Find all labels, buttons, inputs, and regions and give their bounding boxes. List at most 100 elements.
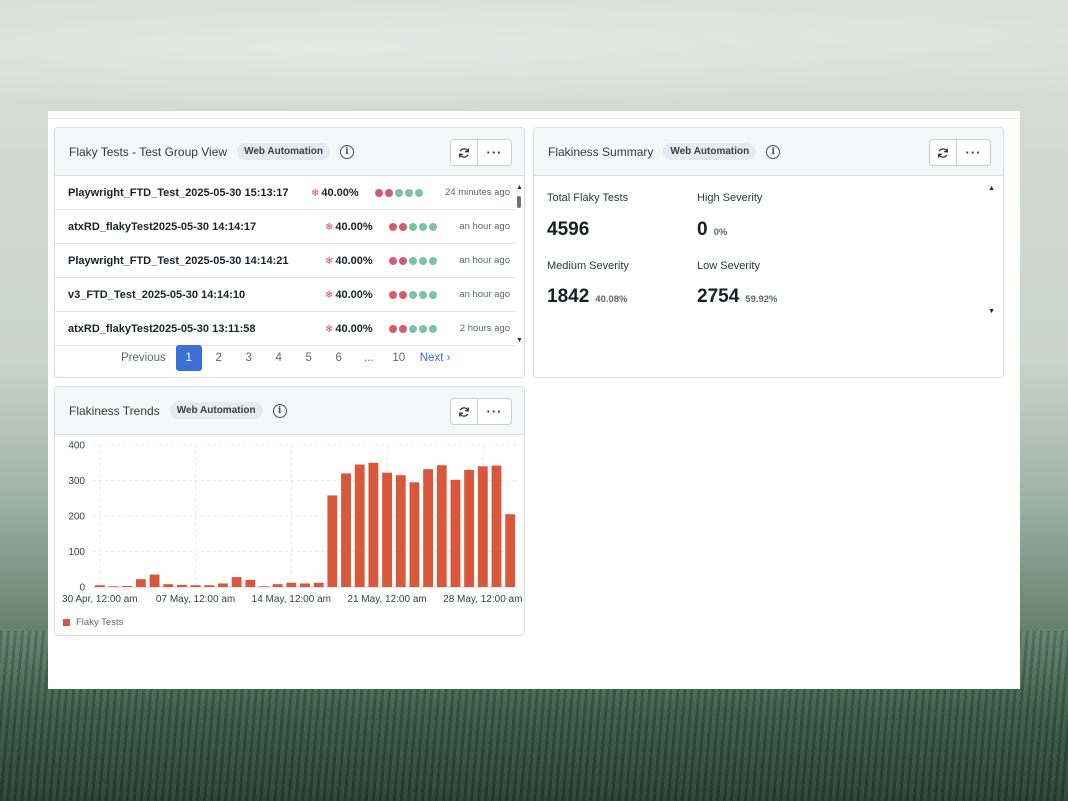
test-group-name[interactable]: Playwright_FTD_Test_2025-05-30 15:13:17	[68, 187, 289, 199]
flaky-tests-bar[interactable]	[477, 466, 488, 587]
flaky-tests-bar[interactable]	[122, 585, 133, 587]
flaky-tests-bar[interactable]	[163, 584, 174, 587]
flaky-tests-bar[interactable]	[368, 462, 379, 587]
flaky-tests-bar[interactable]	[300, 583, 310, 587]
legend-swatch	[63, 619, 70, 626]
low-severity-stat: 2754 59.92%	[697, 286, 778, 308]
scroll-up-icon[interactable]: ▲	[516, 184, 523, 191]
page-button-3[interactable]: 3	[234, 352, 264, 364]
high-severity-pct: 0%	[713, 227, 728, 238]
flaky-tests-bar[interactable]	[245, 579, 256, 587]
flaky-tests-bar[interactable]	[286, 582, 297, 587]
refresh-icon[interactable]	[930, 140, 956, 165]
test-group-name[interactable]: v3_FTD_Test_2025-05-30 14:14:10	[68, 289, 245, 301]
flaky-test-row[interactable]: atxRD_flakyTest2025-05-30 14:14:17 ❄ 40.00…	[55, 210, 516, 244]
refresh-icon[interactable]	[451, 399, 477, 424]
flaky-tests-bar[interactable]	[190, 585, 201, 587]
flaky-tests-bar[interactable]	[464, 469, 475, 587]
high-severity-stat: 0 0%	[697, 219, 727, 241]
page-button-4[interactable]: 4	[264, 352, 294, 364]
card-title: Flakiness Summary	[548, 144, 654, 159]
info-icon[interactable]: i	[766, 144, 781, 159]
last-run-time: an hour ago	[459, 221, 510, 232]
info-icon[interactable]: i	[339, 144, 354, 159]
passed-run-dot	[429, 290, 437, 299]
page-button-1[interactable]: 1	[175, 345, 202, 371]
passed-run-dot	[409, 256, 417, 265]
flaky-tests-bar[interactable]	[313, 582, 324, 587]
refresh-icon[interactable]	[451, 140, 477, 165]
project-badge: Web Automation	[237, 143, 330, 160]
scroll-up-icon[interactable]: ▲	[988, 185, 995, 192]
medium-severity-label: Medium Severity	[547, 260, 629, 272]
flaky-tests-bar[interactable]	[341, 473, 351, 587]
flaky-tests-bar[interactable]	[327, 495, 338, 587]
background-mist	[0, 0, 1068, 120]
high-severity-label: High Severity	[697, 192, 763, 204]
low-severity-value: 2754	[697, 286, 740, 307]
low-severity-label: Low Severity	[697, 260, 760, 272]
flakiness-rate: ❄ 40.00%	[325, 323, 373, 335]
page-button-2[interactable]: 2	[204, 352, 234, 364]
passed-run-dot	[429, 256, 437, 265]
total-flaky-value: 4596	[547, 219, 590, 240]
total-flaky-label: Total Flaky Tests	[547, 192, 629, 204]
flaky-tests-bar[interactable]	[382, 472, 392, 587]
flaky-tests-bar[interactable]	[94, 585, 105, 587]
y-tick-label: 400	[68, 441, 85, 452]
more-icon[interactable]: ···	[477, 399, 511, 424]
scroll-down-icon[interactable]: ▼	[516, 337, 523, 344]
flaky-tests-bar[interactable]	[505, 514, 516, 587]
flaky-tests-bar[interactable]	[491, 465, 502, 587]
flaky-tests-bar[interactable]	[409, 482, 420, 587]
flaky-test-row[interactable]: Playwright_FTD_Test_2025-05-30 15:13:17 ❄…	[55, 176, 516, 210]
flaky-tests-bar[interactable]	[259, 586, 269, 587]
flaky-tests-bar[interactable]	[135, 579, 146, 587]
flaky-tests-bar[interactable]	[272, 584, 283, 587]
info-icon[interactable]: i	[272, 403, 287, 418]
flaky-tests-bar[interactable]	[149, 574, 160, 587]
dashboard-canvas: Flaky Tests - Test Group View Web Automa…	[48, 111, 1020, 689]
flaky-tests-bar[interactable]	[354, 464, 365, 587]
scroll-down-icon[interactable]: ▼	[988, 308, 995, 315]
previous-page-button[interactable]: Previous	[121, 352, 166, 364]
flaky-tests-bar[interactable]	[204, 585, 215, 587]
flaky-tests-bar[interactable]	[436, 465, 447, 587]
run-history	[389, 222, 437, 231]
more-icon[interactable]: ···	[477, 140, 511, 165]
failed-run-dot	[389, 222, 397, 231]
passed-run-dot	[429, 324, 437, 333]
passed-run-dot	[419, 222, 427, 231]
page-ellipsis: ...	[363, 352, 374, 364]
scrollbar[interactable]: ▲ ▼	[516, 184, 523, 344]
flaky-tests-bar[interactable]	[176, 584, 187, 587]
next-page-button[interactable]: Next ›	[420, 352, 451, 364]
run-history	[389, 290, 437, 299]
high-severity-value: 0	[697, 219, 708, 240]
flaky-tests-bar[interactable]	[423, 469, 434, 587]
test-group-name[interactable]: Playwright_FTD_Test_2025-05-30 14:14:21	[68, 255, 289, 267]
x-tick-label: 21 May, 12:00 am	[347, 594, 426, 605]
test-group-name[interactable]: atxRD_flakyTest2025-05-30 13:11:58	[68, 323, 256, 335]
snowflake-icon: ❄	[325, 255, 334, 267]
flaky-tests-bar[interactable]	[108, 586, 119, 587]
flaky-tests-bar[interactable]	[395, 475, 406, 587]
failed-run-dot	[399, 324, 407, 333]
flakiness-trends-card: Flakiness Trends Web Automation i ··· 0 1…	[54, 386, 525, 636]
card-actions: ···	[450, 398, 512, 425]
test-group-name[interactable]: atxRD_flakyTest2025-05-30 14:14:17	[68, 221, 256, 233]
page-button-5[interactable]: 5	[294, 352, 324, 364]
flaky-tests-bar[interactable]	[218, 583, 228, 587]
scroll-thumb[interactable]	[517, 196, 521, 208]
more-icon[interactable]: ···	[956, 140, 990, 165]
flaky-test-row[interactable]: Playwright_FTD_Test_2025-05-30 14:14:21 ❄…	[55, 244, 516, 278]
card-header: Flakiness Summary Web Automation i ···	[534, 128, 1003, 176]
flaky-tests-bar[interactable]	[231, 577, 242, 587]
flaky-test-row[interactable]: v3_FTD_Test_2025-05-30 14:14:10 ❄ 40.00% an…	[55, 278, 516, 312]
page-button-6[interactable]: 6	[324, 352, 354, 364]
failed-run-dot	[389, 256, 397, 265]
chart-legend[interactable]: Flaky Tests	[63, 617, 123, 628]
flaky-tests-bar[interactable]	[450, 479, 461, 587]
page-button-10[interactable]: 10	[384, 352, 414, 364]
flaky-test-row[interactable]: atxRD_flakyTest2025-05-30 13:11:58 ❄ 40.00…	[55, 312, 516, 346]
